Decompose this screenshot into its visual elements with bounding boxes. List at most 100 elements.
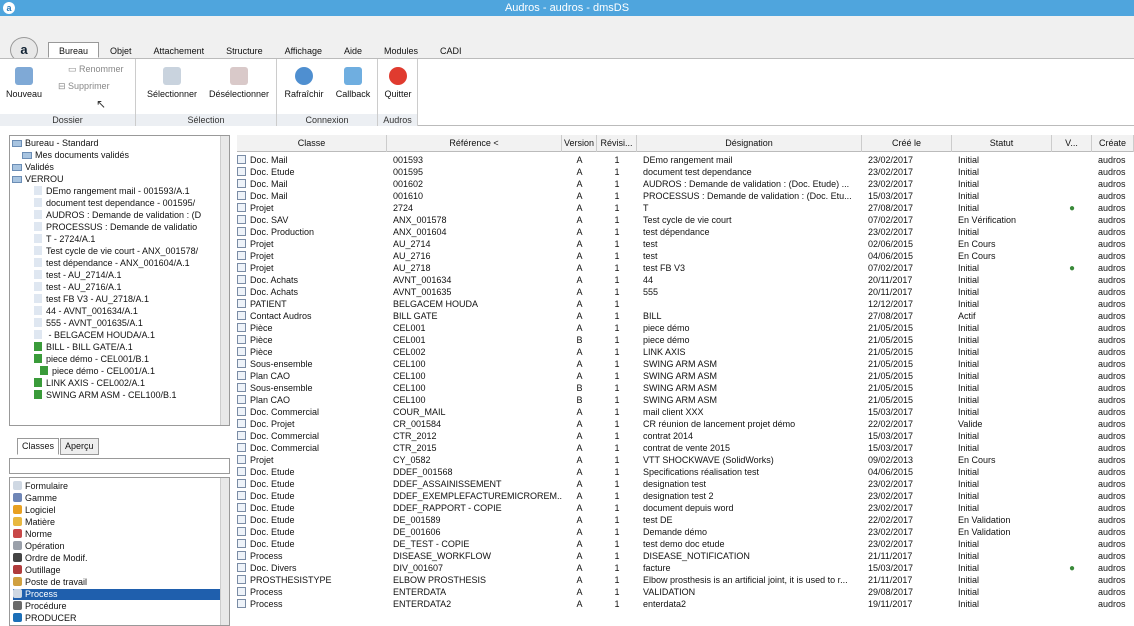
class-item[interactable]: Formulaire — [13, 481, 223, 492]
tree-item[interactable]: test - AU_2714/A.1 — [34, 270, 122, 281]
deselectionner-button[interactable]: Désélectionner — [204, 67, 274, 99]
callback-button[interactable]: Callback — [333, 67, 373, 99]
table-row[interactable]: Doc. Etude DDEF_ASSAINISSEMENT A 1 designati… — [237, 478, 1134, 490]
table-row[interactable]: Doc. Commercial CTR_2012 A 1 contrat 2014 15/… — [237, 430, 1134, 442]
column-header[interactable]: Créé le — [862, 135, 952, 152]
tree-item[interactable]: piece démo - CEL001/A.1 — [40, 366, 155, 377]
class-filter-input[interactable] — [9, 458, 230, 474]
renommer-button[interactable]: ▭ Renommer — [68, 64, 124, 75]
table-row[interactable]: Process ENTERDATA2 A 1 enterdata2 19/11/2017 I… — [237, 598, 1134, 610]
table-row[interactable]: Doc. Etude DDEF_RAPPORT - COPIE A 1 document… — [237, 502, 1134, 514]
class-item[interactable]: PRODUCER — [13, 613, 223, 624]
rafraichir-button[interactable]: Rafraîchir — [283, 67, 325, 99]
class-scrollbar[interactable] — [220, 478, 229, 625]
tab-apercu[interactable]: Aperçu — [60, 438, 99, 455]
tree-item[interactable]: document test dependance - 001595/ — [34, 198, 195, 209]
class-item[interactable]: Poste de travail — [13, 577, 223, 588]
class-item[interactable]: Logiciel — [13, 505, 223, 516]
table-row[interactable]: Doc. Achats AVNT_001635 A 1 555 20/11/2017 Ini… — [237, 286, 1134, 298]
table-row[interactable]: Doc. Mail 001602 A 1 AUDROS : Demande de val… — [237, 178, 1134, 190]
table-row[interactable]: Projet AU_2714 A 1 test 02/06/2015 En Cours aud… — [237, 238, 1134, 250]
tab-objet[interactable]: Objet — [99, 42, 143, 58]
tab-cadi[interactable]: CADI — [429, 42, 473, 58]
class-item[interactable]: Process — [13, 589, 223, 600]
column-header[interactable]: Statut — [952, 135, 1052, 152]
table-row[interactable]: Doc. Commercial COUR_MAIL A 1 mail client XX… — [237, 406, 1134, 418]
table-row[interactable]: Doc. Achats AVNT_001634 A 1 44 20/11/2017 Init… — [237, 274, 1134, 286]
table-row[interactable]: Plan CAO CEL100 B 1 SWING ARM ASM 21/05/2015 I… — [237, 394, 1134, 406]
table-row[interactable]: Pièce CEL001 B 1 piece démo 21/05/2015 Initial… — [237, 334, 1134, 346]
column-header[interactable]: Version — [562, 135, 597, 152]
table-row[interactable]: Pièce CEL001 A 1 piece démo 21/05/2015 Initial… — [237, 322, 1134, 334]
table-row[interactable]: Plan CAO CEL100 A 1 SWING ARM ASM 21/05/2015 I… — [237, 370, 1134, 382]
class-item[interactable]: Matière — [13, 517, 223, 528]
class-item[interactable]: Ordre de Modif. — [13, 553, 223, 564]
class-item[interactable]: Norme — [13, 529, 223, 540]
tree-item[interactable]: piece démo - CEL001/B.1 — [34, 354, 149, 365]
tab-modules[interactable]: Modules — [373, 42, 429, 58]
tab-classes[interactable]: Classes — [17, 438, 60, 455]
table-row[interactable]: Projet 2724 A 1 T 27/08/2017 Initial ● audros — [237, 202, 1134, 214]
tab-aide[interactable]: Aide — [333, 42, 373, 58]
tab-attachement[interactable]: Attachement — [143, 42, 216, 58]
table-row[interactable]: Process ENTERDATA A 1 VALIDATION 29/08/2017 In… — [237, 586, 1134, 598]
tree-item[interactable]: Validés — [12, 162, 54, 173]
table-row[interactable]: Process DISEASE_WORKFLOW A 1 DISEASE_NOTIFIC… — [237, 550, 1134, 562]
tree-item[interactable]: Mes documents validés — [22, 150, 129, 161]
tree-item[interactable]: - BELGACEM HOUDA/A.1 — [34, 330, 155, 341]
table-row[interactable]: Doc. Etude DDEF_EXEMPLEFACTUREMICROREM...… — [237, 490, 1134, 502]
table-row[interactable]: Projet AU_2718 A 1 test FB V3 07/02/2017 Initi… — [237, 262, 1134, 274]
table-row[interactable]: Doc. Etude 001595 A 1 document test dependan… — [237, 166, 1134, 178]
table-row[interactable]: PROSTHESISTYPE ELBOW PROSTHESIS A 1 Elbow pr… — [237, 574, 1134, 586]
table-row[interactable]: Doc. Commercial CTR_2015 A 1 contrat de vent… — [237, 442, 1134, 454]
tree-item[interactable]: Bureau - Standard — [12, 138, 99, 149]
table-row[interactable]: Sous-ensemble CEL100 A 1 SWING ARM ASM 21/05/… — [237, 358, 1134, 370]
column-header[interactable]: Classe — [237, 135, 387, 152]
class-item[interactable]: Outillage — [13, 565, 223, 576]
table-row[interactable]: Doc. Etude DDEF_001568 A 1 Specifications ré… — [237, 466, 1134, 478]
table-row[interactable]: Doc. Mail 001610 A 1 PROCESSUS : Demande de … — [237, 190, 1134, 202]
class-item[interactable]: Opération — [13, 541, 223, 552]
column-header[interactable]: Référence < — [387, 135, 562, 152]
tab-structure[interactable]: Structure — [215, 42, 274, 58]
table-row[interactable]: Pièce CEL002 A 1 LINK AXIS 21/05/2015 Initial a… — [237, 346, 1134, 358]
tab-affichage[interactable]: Affichage — [274, 42, 333, 58]
class-item[interactable]: Gamme — [13, 493, 223, 504]
column-header[interactable]: Créate — [1092, 135, 1134, 152]
table-row[interactable]: PATIENT BELGACEM HOUDA A 1 12/12/2017 Initial… — [237, 298, 1134, 310]
tree-item[interactable]: VERROU — [12, 174, 64, 185]
tab-bureau[interactable]: Bureau — [48, 42, 100, 58]
table-row[interactable]: Doc. Etude DE_TEST - COPIE A 1 test demo doc… — [237, 538, 1134, 550]
tree-item[interactable]: test dépendance - ANX_001604/A.1 — [34, 258, 190, 269]
quitter-button[interactable]: Quitter — [380, 67, 416, 99]
tree-item[interactable]: LINK AXIS - CEL002/A.1 — [34, 378, 145, 389]
table-row[interactable]: Doc. Divers DIV_001607 A 1 facture 15/03/2017… — [237, 562, 1134, 574]
column-header[interactable]: V... — [1052, 135, 1092, 152]
table-row[interactable]: Doc. Mail 001593 A 1 DEmo rangement mail 23/0… — [237, 154, 1134, 166]
nouveau-button[interactable]: Nouveau — [6, 67, 42, 99]
tree-item[interactable]: BILL - BILL GATE/A.1 — [34, 342, 133, 353]
tree-item[interactable]: 44 - AVNT_001634/A.1 — [34, 306, 138, 317]
table-row[interactable]: Doc. SAV ANX_001578 A 1 Test cycle de vie co… — [237, 214, 1134, 226]
tree-scrollbar[interactable] — [220, 136, 229, 425]
table-row[interactable]: Doc. Etude DE_001589 A 1 test DE 22/02/2017 En… — [237, 514, 1134, 526]
table-row[interactable]: Doc. Projet CR_001584 A 1 CR réunion de lanc… — [237, 418, 1134, 430]
tree-item[interactable]: test - AU_2716/A.1 — [34, 282, 122, 293]
tree-item[interactable]: test FB V3 - AU_2718/A.1 — [34, 294, 149, 305]
column-header[interactable]: Désignation — [637, 135, 862, 152]
column-header[interactable]: Révisi... — [597, 135, 637, 152]
selectionner-button[interactable]: Sélectionner — [141, 67, 203, 99]
table-row[interactable]: Doc. Etude DE_001606 A 1 Demande démo 23/02/2… — [237, 526, 1134, 538]
class-item[interactable]: Procédure — [13, 601, 223, 612]
table-row[interactable]: Doc. Production ANX_001604 A 1 test dépendan… — [237, 226, 1134, 238]
table-row[interactable]: Contact Audros BILL GATE A 1 BILL 27/08/2017 A… — [237, 310, 1134, 322]
table-row[interactable]: Projet CY_0582 A 1 VTT SHOCKWAVE (SolidWorks… — [237, 454, 1134, 466]
tree-item[interactable]: T - 2724/A.1 — [34, 234, 95, 245]
tree-item[interactable]: AUDROS : Demande de validation : (D — [34, 210, 201, 221]
supprimer-button[interactable]: ⊟ Supprimer — [58, 81, 110, 92]
tree-item[interactable]: PROCESSUS : Demande de validatio — [34, 222, 197, 233]
table-row[interactable]: Projet AU_2716 A 1 test 04/06/2015 En Cours aud… — [237, 250, 1134, 262]
tree-item[interactable]: DEmo rangement mail - 001593/A.1 — [34, 186, 190, 197]
table-row[interactable]: Sous-ensemble CEL100 B 1 SWING ARM ASM 21/05/… — [237, 382, 1134, 394]
tree-item[interactable]: 555 - AVNT_001635/A.1 — [34, 318, 143, 329]
